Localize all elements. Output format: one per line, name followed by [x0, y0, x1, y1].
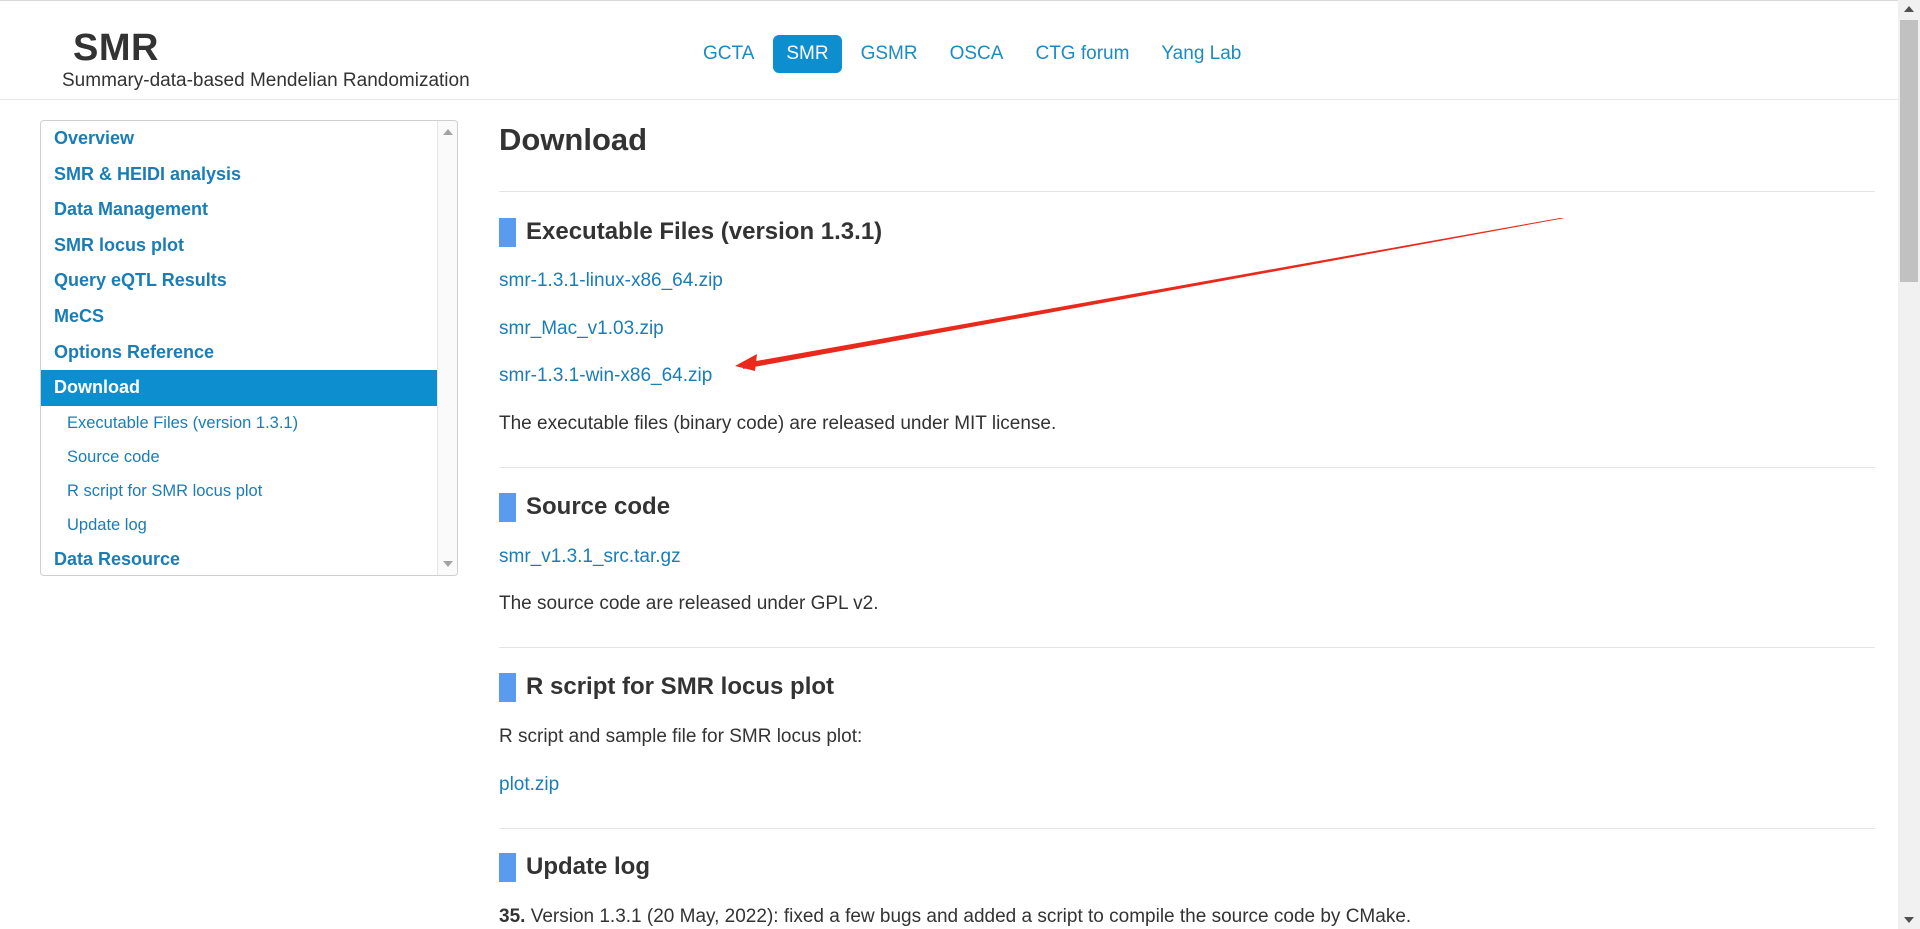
section-heading-text: Source code — [526, 493, 671, 520]
nav-osca[interactable]: OSCA — [937, 35, 1017, 73]
scroll-up-icon[interactable] — [443, 129, 453, 135]
rscript-note: R script and sample file for SMR locus p… — [499, 726, 863, 747]
sidebar-toc: Overview SMR & HEIDI analysis Data Manag… — [40, 120, 458, 576]
scroll-down-icon[interactable] — [1904, 917, 1914, 923]
section-heading-executable: Executable Files (version 1.3.1) — [499, 216, 882, 248]
page-title: Download — [499, 122, 648, 157]
update-log-number: 35. — [499, 906, 526, 927]
section-heading-update-log: Update log — [499, 851, 650, 883]
sidebar-item-download[interactable]: Download — [41, 370, 438, 406]
download-link-linux[interactable]: smr-1.3.1-linux-x86_64.zip — [499, 270, 723, 292]
scroll-up-icon[interactable] — [1904, 6, 1914, 12]
heading-marker — [499, 673, 516, 702]
divider — [499, 191, 1875, 192]
section-heading-source: Source code — [499, 491, 670, 523]
sidebar-list: Overview SMR & HEIDI analysis Data Manag… — [41, 121, 438, 575]
site-subtitle: Summary-data-based Mendelian Randomizati… — [62, 70, 470, 91]
heading-marker — [499, 493, 516, 522]
sidebar-scrollbar[interactable] — [437, 121, 457, 575]
download-link-source[interactable]: smr_v1.3.1_src.tar.gz — [499, 546, 681, 568]
sidebar-item-mecs[interactable]: MeCS — [41, 299, 438, 335]
sidebar-item-options-reference[interactable]: Options Reference — [41, 335, 438, 371]
site-title[interactable]: SMR — [73, 27, 159, 70]
update-log-entry: 35. Version 1.3.1 (20 May, 2022): fixed … — [499, 906, 1411, 928]
sidebar-subitem-r-script[interactable]: R script for SMR locus plot — [41, 474, 438, 508]
divider — [499, 828, 1875, 829]
page-scrollbar[interactable] — [1898, 0, 1920, 929]
scroll-down-icon[interactable] — [443, 561, 453, 567]
sidebar-subitem-update-log[interactable]: Update log — [41, 508, 438, 542]
section-heading-rscript: R script for SMR locus plot — [499, 671, 834, 703]
source-license-note: The source code are released under GPL v… — [499, 593, 879, 614]
update-log-text: Version 1.3.1 (20 May, 2022): fixed a fe… — [525, 906, 1412, 927]
scrollbar-thumb[interactable] — [1900, 20, 1918, 282]
download-link-mac[interactable]: smr_Mac_v1.03.zip — [499, 318, 664, 340]
download-link-plot[interactable]: plot.zip — [499, 774, 559, 796]
top-nav: GCTA SMR GSMR OSCA CTG forum Yang Lab — [690, 35, 1260, 73]
nav-gsmr[interactable]: GSMR — [848, 35, 931, 73]
sidebar-item-data-resource[interactable]: Data Resource — [41, 542, 438, 575]
divider — [499, 647, 1875, 648]
section-heading-text: R script for SMR locus plot — [526, 673, 835, 700]
sidebar-subitem-source-code[interactable]: Source code — [41, 440, 438, 474]
sidebar-item-query-eqtl[interactable]: Query eQTL Results — [41, 263, 438, 299]
sidebar-subitem-executable[interactable]: Executable Files (version 1.3.1) — [41, 406, 438, 440]
site-header: SMR Summary-data-based Mendelian Randomi… — [0, 0, 1898, 100]
heading-marker — [499, 853, 516, 882]
nav-gcta[interactable]: GCTA — [690, 35, 767, 73]
heading-marker — [499, 218, 516, 247]
download-link-windows[interactable]: smr-1.3.1-win-x86_64.zip — [499, 365, 712, 387]
sidebar-item-smr-heidi[interactable]: SMR & HEIDI analysis — [41, 157, 438, 193]
nav-yang-lab[interactable]: Yang Lab — [1148, 35, 1254, 73]
sidebar-item-overview[interactable]: Overview — [41, 121, 438, 157]
nav-ctg-forum[interactable]: CTG forum — [1022, 35, 1142, 73]
nav-smr[interactable]: SMR — [773, 35, 842, 73]
sidebar-item-data-management[interactable]: Data Management — [41, 192, 438, 228]
executable-license-note: The executable files (binary code) are r… — [499, 413, 1057, 434]
divider — [499, 467, 1875, 468]
section-heading-text: Executable Files (version 1.3.1) — [526, 218, 883, 245]
sidebar-item-smr-locus-plot[interactable]: SMR locus plot — [41, 228, 438, 264]
arrow-head — [735, 354, 757, 371]
section-heading-text: Update log — [526, 853, 650, 880]
